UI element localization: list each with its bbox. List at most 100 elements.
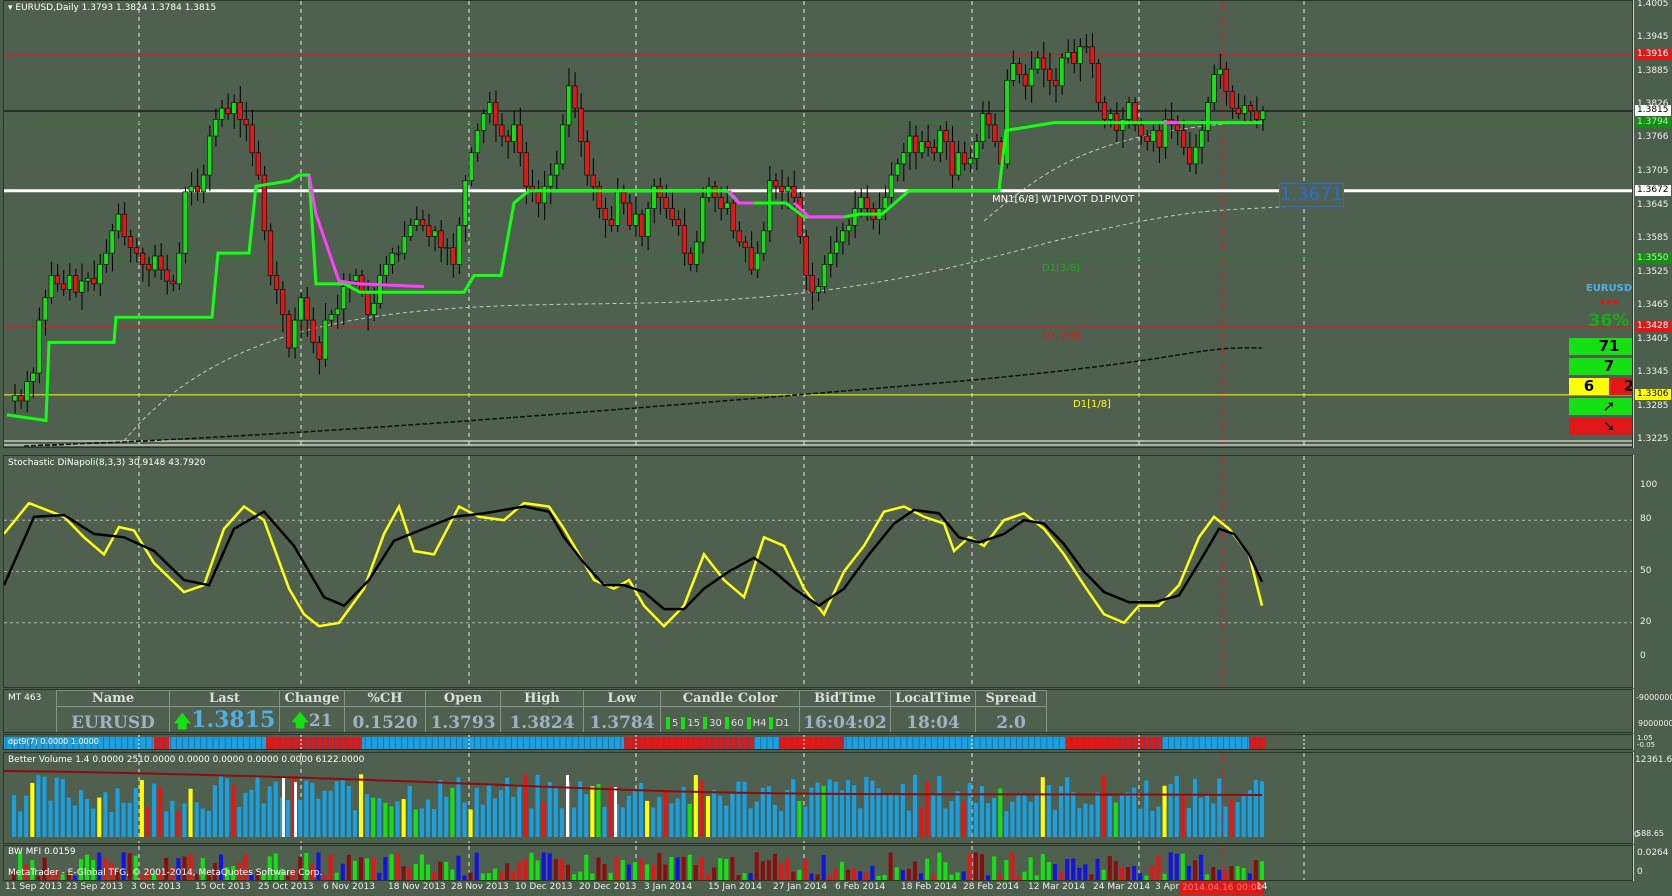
candle-body	[213, 119, 219, 137]
candle	[913, 125, 919, 170]
candle-body	[1187, 146, 1193, 165]
candle-body	[566, 85, 572, 126]
stochastic-pane[interactable]: Stochastic DiNapoli(8,3,3) 30.9148 43.79…	[3, 455, 1633, 688]
volume-bar	[992, 797, 997, 837]
candle-body	[182, 191, 188, 254]
mfi-bar	[328, 854, 333, 880]
mfi-bar	[645, 864, 650, 880]
time-label: 11 Sep 2013	[5, 882, 63, 892]
candle-body	[1053, 79, 1059, 87]
stoch-tick: 80	[1640, 514, 1652, 525]
ticker-candle-cell: 5 15 30 60 H4 D1	[660, 706, 800, 732]
price-tag: 1.3916	[1635, 48, 1671, 60]
candle-body	[426, 224, 432, 237]
candle-body	[237, 102, 243, 120]
mfi-bar	[779, 862, 784, 880]
candle-body	[1217, 68, 1223, 76]
mfi-bar	[754, 852, 759, 880]
volume-bar	[1113, 802, 1118, 837]
candle	[487, 92, 493, 124]
volume-bar	[523, 774, 528, 837]
dpt-canvas[interactable]	[4, 735, 1633, 750]
mfi-bar	[401, 866, 406, 880]
volume-scale[interactable]: 12361.65 588.65 0	[1633, 752, 1672, 844]
volume-bar	[529, 808, 534, 837]
mfi-bar	[444, 861, 449, 880]
mfi-bar	[669, 856, 674, 880]
candle-body	[1047, 68, 1053, 81]
volume-bar	[54, 777, 59, 837]
volume-bar	[1095, 792, 1100, 837]
candle	[389, 247, 395, 274]
dpt-pane[interactable]: dpt9(7) 0.0000 1.0000	[3, 734, 1633, 750]
mfi-bar	[882, 875, 887, 880]
price-chart-canvas[interactable]	[4, 1, 1633, 448]
candle	[328, 309, 334, 327]
candle-body	[517, 124, 523, 154]
candle-body	[523, 152, 529, 187]
volume-bar	[1211, 803, 1216, 837]
price-scale[interactable]: 1.4005 1.3945 1.3885 1.3826 1.3766 1.3705 1.36…	[1633, 0, 1672, 448]
mfi-bar	[1205, 874, 1210, 880]
volume-bar	[699, 780, 704, 837]
candle	[267, 223, 274, 286]
candle-body	[389, 252, 395, 265]
mfi-bar	[675, 857, 680, 880]
mfi-scale[interactable]: 0.0264 0	[1633, 845, 1672, 881]
volume-bar	[693, 775, 698, 837]
ticker-scale[interactable]: -9000000 9000000	[1633, 689, 1672, 733]
mfi-bar	[407, 867, 412, 880]
stochastic-canvas[interactable]	[4, 456, 1633, 688]
stochastic-scale[interactable]: 100 80 50 20 0	[1633, 455, 1672, 688]
volume-bar	[12, 795, 17, 837]
time-label: 6 Feb 2014	[835, 882, 886, 892]
candle-body	[401, 236, 407, 254]
candle	[1156, 121, 1162, 164]
candle-body	[907, 135, 913, 154]
volume-bar	[730, 792, 735, 837]
volume-pane[interactable]: Better Volume 1.4 0.0000 2510.0000 0.000…	[3, 752, 1633, 844]
mfi-bar	[639, 858, 644, 880]
mfi-bar	[1235, 866, 1240, 880]
volume-bar	[358, 774, 364, 837]
price-tag: 1.3672	[1635, 184, 1671, 196]
candle-body	[511, 124, 517, 142]
candle-body	[1156, 130, 1162, 148]
volume-bar	[419, 808, 424, 837]
dpt-segment	[624, 737, 754, 749]
mfi-bar	[389, 854, 394, 880]
mfi-pane[interactable]: BW MFI 0.0159 MetaTrader - E-Global TFG,…	[3, 845, 1633, 881]
mfi-bar	[517, 861, 522, 880]
pivot-price-box[interactable]: 1.3671	[1279, 183, 1344, 207]
candle	[535, 180, 541, 218]
candle-body	[456, 224, 462, 265]
candle-body	[535, 191, 541, 204]
volume-bar	[468, 809, 473, 837]
mfi-bar	[943, 862, 948, 880]
candle-body	[687, 252, 694, 265]
candle	[140, 247, 146, 282]
ticker-pane[interactable]: MT 463 Name Last Change %CH Open High Low Candl…	[3, 689, 1633, 733]
volume-bar	[1259, 781, 1264, 837]
dpt-scale[interactable]: 1.05 -0.05	[1633, 734, 1672, 750]
volume-canvas[interactable]	[4, 753, 1633, 844]
candle	[803, 230, 809, 291]
signal-box-71: 71	[1569, 338, 1632, 355]
candle-tf-bar	[724, 716, 729, 729]
mfi-bar	[626, 864, 631, 880]
price-chart-pane[interactable]: ▾ EURUSD,Daily 1.3793 1.3824 1.3784 1.38…	[3, 0, 1633, 448]
ticker-last-cell: 🡅1.3815	[169, 706, 280, 732]
candle	[249, 110, 255, 167]
candle-body	[493, 102, 499, 126]
candle-body	[133, 247, 140, 254]
candle-body	[1120, 119, 1126, 131]
candle-tf-bar	[746, 716, 751, 729]
time-axis[interactable]: 2014.04.16 00:00 14 11 Sep 2013 23 Sep 20…	[3, 881, 1633, 896]
volume-bar	[961, 801, 966, 837]
mfi-bar	[1107, 855, 1112, 880]
candle	[1120, 107, 1126, 149]
candle-body	[109, 230, 115, 254]
volume-bar	[1162, 785, 1167, 837]
candle-body	[809, 275, 815, 293]
volume-bar	[462, 802, 467, 837]
